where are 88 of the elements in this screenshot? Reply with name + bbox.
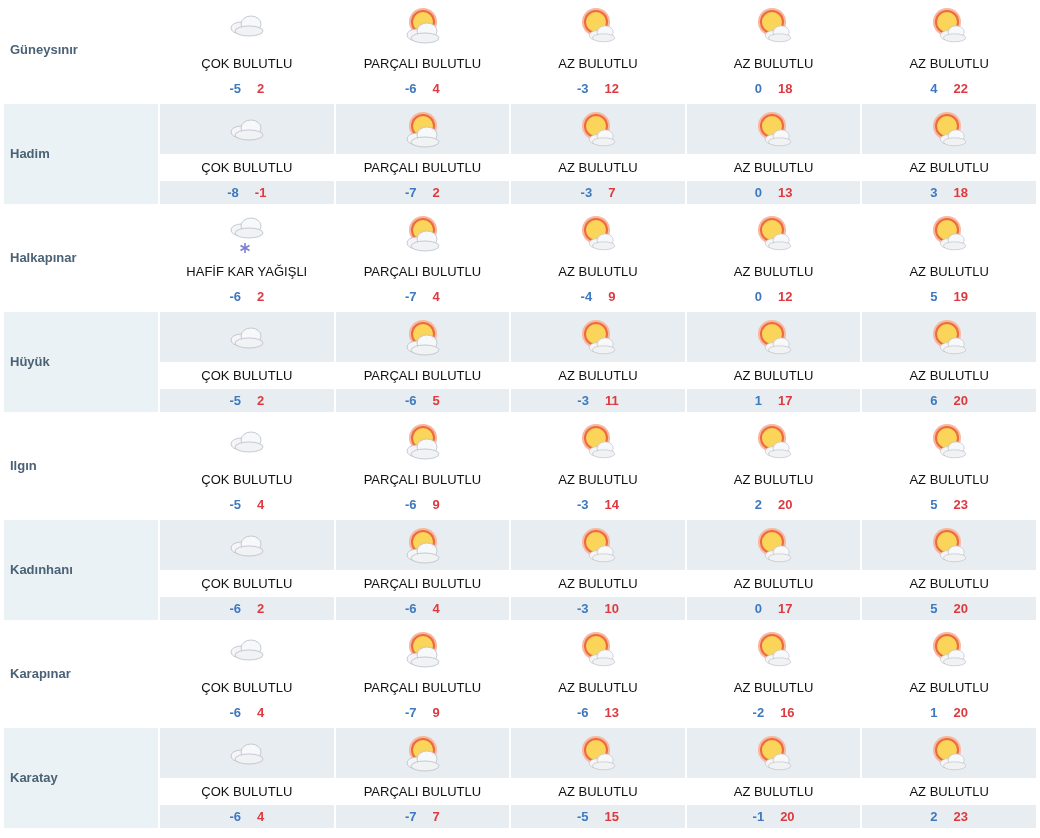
- min-temperature: -6: [405, 391, 417, 410]
- min-temperature: 1: [930, 703, 938, 722]
- min-temperature: -2: [752, 703, 765, 722]
- max-temperature: 13: [777, 183, 793, 202]
- min-temperature: 0: [754, 599, 762, 618]
- location-name: Ilgın: [10, 457, 37, 476]
- location-name: Kadınhanı: [10, 561, 73, 580]
- max-temperature: 5: [432, 391, 440, 410]
- min-temperature: 2: [754, 495, 762, 514]
- location-name: Hadim: [10, 145, 50, 164]
- max-temperature: 23: [953, 807, 969, 826]
- min-temperature: -6: [229, 287, 241, 306]
- max-temperature: 4: [432, 79, 440, 98]
- min-temperature: -5: [576, 807, 589, 826]
- max-temperature: 17: [777, 599, 793, 618]
- max-temperature: 14: [604, 495, 619, 514]
- max-temperature: 11: [604, 391, 619, 410]
- max-temperature: 20: [953, 599, 969, 618]
- max-temperature: 20: [777, 495, 793, 514]
- min-temperature: -6: [405, 599, 417, 618]
- min-temperature: -6: [405, 495, 417, 514]
- min-temperature: -6: [405, 79, 417, 98]
- max-temperature: 9: [608, 287, 616, 306]
- min-temperature: -7: [405, 703, 417, 722]
- max-temperature: 4: [256, 703, 265, 722]
- max-temperature: 20: [780, 807, 795, 826]
- max-temperature: 15: [604, 807, 619, 826]
- max-temperature: 7: [432, 807, 440, 826]
- max-temperature: 22: [953, 79, 969, 98]
- max-temperature: 4: [256, 495, 265, 514]
- min-temperature: 6: [930, 391, 938, 410]
- max-temperature: -1: [254, 183, 267, 202]
- max-temperature: 9: [432, 703, 440, 722]
- max-temperature: 18: [777, 79, 793, 98]
- min-temperature: 5: [930, 599, 938, 618]
- min-temperature: -3: [580, 183, 593, 202]
- max-temperature: 2: [432, 183, 440, 202]
- min-temperature: -3: [576, 79, 589, 98]
- max-temperature: 2: [256, 287, 265, 306]
- max-temperature: 10: [604, 599, 619, 618]
- location-name: Halkapınar: [10, 249, 77, 268]
- min-temperature: 0: [754, 287, 762, 306]
- min-temperature: 1: [754, 391, 762, 410]
- max-temperature: 20: [953, 391, 969, 410]
- max-temperature: 2: [256, 79, 265, 98]
- min-temperature: -6: [229, 599, 241, 618]
- max-temperature: 9: [432, 495, 440, 514]
- min-temperature: -8: [227, 183, 239, 202]
- max-temperature: 19: [953, 287, 969, 306]
- min-temperature: -5: [229, 391, 241, 410]
- max-temperature: 4: [432, 599, 440, 618]
- max-temperature: 20: [953, 703, 969, 722]
- max-temperature: 18: [953, 183, 969, 202]
- location-name: Güneysınır: [10, 41, 78, 60]
- max-temperature: 4: [256, 807, 265, 826]
- min-temperature: 0: [754, 183, 762, 202]
- min-temperature: -5: [229, 495, 241, 514]
- min-temperature: 5: [930, 287, 938, 306]
- min-temperature: 3: [930, 183, 938, 202]
- min-temperature: -4: [580, 287, 593, 306]
- min-temperature: 5: [930, 495, 938, 514]
- max-temperature: 23: [953, 495, 969, 514]
- min-temperature: -7: [405, 183, 417, 202]
- max-temperature: 7: [608, 183, 616, 202]
- max-temperature: 2: [256, 599, 265, 618]
- max-temperature: 13: [604, 703, 619, 722]
- min-temperature: -5: [229, 79, 241, 98]
- min-temperature: -1: [752, 807, 765, 826]
- min-temperature: -6: [229, 703, 241, 722]
- min-temperature: -6: [576, 703, 589, 722]
- max-temperature: 12: [777, 287, 793, 306]
- location-name: Karapınar: [10, 665, 71, 684]
- min-temperature: 0: [754, 79, 762, 98]
- min-temperature: -3: [576, 495, 589, 514]
- max-temperature: 17: [777, 391, 793, 410]
- min-temperature: 2: [930, 807, 938, 826]
- min-temperature: -7: [405, 807, 417, 826]
- max-temperature: 2: [256, 391, 265, 410]
- min-temperature: -3: [577, 391, 589, 410]
- max-temperature: 4: [432, 287, 440, 306]
- min-temperature: 4: [930, 79, 938, 98]
- max-temperature: 12: [604, 79, 619, 98]
- min-temperature: -6: [229, 807, 241, 826]
- max-temperature: 16: [780, 703, 795, 722]
- min-temperature: -3: [576, 599, 589, 618]
- location-name: Hüyük: [10, 353, 50, 372]
- min-temperature: -7: [405, 287, 417, 306]
- location-name: Karatay: [10, 769, 58, 788]
